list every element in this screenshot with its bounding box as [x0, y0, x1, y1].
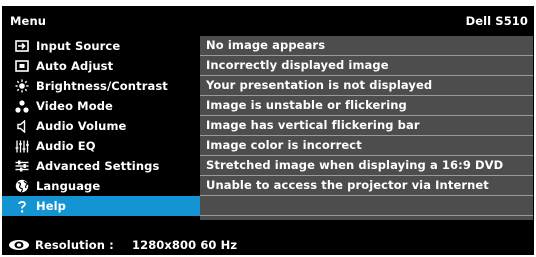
help-topic-item[interactable]: Stretched image when displaying a 16:9 D…: [200, 156, 533, 176]
projector-osd-menu: Menu Dell S510 Input Source Auto Adjust …: [2, 6, 534, 255]
question-mark-icon: [12, 199, 32, 213]
help-topic-label: Your presentation is not displayed: [206, 78, 433, 92]
menu-item-audio-volume[interactable]: Audio Volume: [2, 116, 200, 136]
menu-item-help[interactable]: Help: [2, 196, 200, 216]
menu-item-input-source[interactable]: Input Source: [2, 36, 200, 56]
menu-item-label: Input Source: [36, 39, 121, 53]
equalizer-icon: [12, 139, 32, 153]
menu-item-label: Audio Volume: [36, 119, 127, 133]
speaker-icon: [12, 119, 32, 133]
help-topic-item[interactable]: Incorrectly displayed image: [200, 56, 533, 76]
status-footer: Resolution : 1280x800 60 Hz: [2, 237, 534, 255]
menu-item-label: Video Mode: [36, 99, 113, 113]
menu-item-label: Language: [36, 179, 101, 193]
settings-sliders-icon: [12, 159, 32, 173]
help-topic-item[interactable]: Image color is incorrect: [200, 136, 533, 156]
menu-item-audio-eq[interactable]: Audio EQ: [2, 136, 200, 156]
help-topic-item[interactable]: Your presentation is not displayed: [200, 76, 533, 96]
help-topic-item[interactable]: Image is unstable or flickering: [200, 96, 533, 116]
menu-item-label: Audio EQ: [36, 139, 96, 153]
menu-title: Menu: [10, 14, 47, 28]
menu-item-video-mode[interactable]: Video Mode: [2, 96, 200, 116]
menu-item-label: Auto Adjust: [36, 59, 114, 73]
globe-icon: [12, 179, 32, 193]
menu-item-brightness-contrast[interactable]: Brightness/Contrast: [2, 76, 200, 96]
video-mode-icon: [12, 99, 32, 113]
help-topic-label: Image color is incorrect: [206, 138, 362, 152]
osd-title-bar: Menu Dell S510: [2, 6, 534, 36]
menu-item-language[interactable]: Language: [2, 176, 200, 196]
help-topic-label: No image appears: [206, 38, 326, 52]
help-topic-label: Stretched image when displaying a 16:9 D…: [206, 158, 504, 172]
help-topics-panel: No image appears Incorrectly displayed i…: [200, 36, 533, 220]
menu-item-label: Help: [36, 199, 66, 213]
menu-item-auto-adjust[interactable]: Auto Adjust: [2, 56, 200, 76]
menu-item-label: Advanced Settings: [36, 159, 160, 173]
projector-model: Dell S510: [465, 14, 528, 28]
empty-row: [200, 196, 533, 216]
resolution-label: Resolution :: [35, 238, 114, 252]
help-topic-label: Image is unstable or flickering: [206, 98, 407, 112]
help-topic-item[interactable]: No image appears: [200, 36, 533, 56]
help-topic-label: Image has vertical flickering bar: [206, 118, 420, 132]
help-topic-label: Incorrectly displayed image: [206, 58, 389, 72]
menu-item-label: Brightness/Contrast: [36, 79, 168, 93]
menu-item-advanced-settings[interactable]: Advanced Settings: [2, 156, 200, 176]
resolution-value: 1280x800 60 Hz: [132, 238, 238, 252]
help-topic-item[interactable]: Unable to access the projector via Inter…: [200, 176, 533, 196]
help-topic-item[interactable]: Image has vertical flickering bar: [200, 116, 533, 136]
main-menu-sidebar: Input Source Auto Adjust Brightness/Cont…: [2, 36, 200, 220]
help-topic-label: Unable to access the projector via Inter…: [206, 178, 489, 192]
eye-icon: [8, 239, 30, 254]
auto-adjust-icon: [12, 59, 32, 73]
input-source-icon: [12, 39, 32, 53]
brightness-icon: [12, 79, 32, 93]
